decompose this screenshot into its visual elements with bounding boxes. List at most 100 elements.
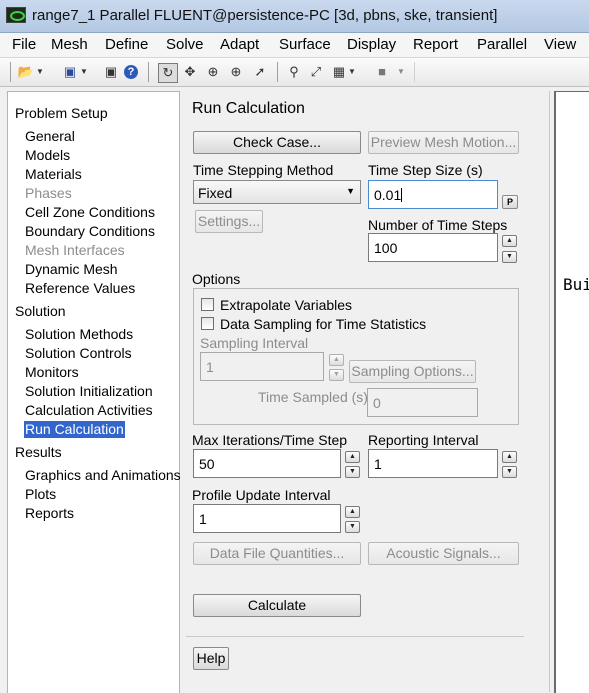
time-step-size-input[interactable]: 0.01 xyxy=(368,180,498,209)
time-sampled-value: 0 xyxy=(373,395,381,411)
toolbar-separator xyxy=(277,62,278,82)
menu-display[interactable]: Display xyxy=(347,36,396,53)
tree-item-mesh-interfaces: Mesh Interfaces xyxy=(25,242,125,258)
spin-down-icon[interactable]: ▼ xyxy=(345,521,360,533)
toolbar: 📂 ▼ ▣ ▼ ▣ ? ↻ ✥ ⊕ ⊕ ➚ ⚲ ⤢ ▦ ▼ ■ ▼ xyxy=(0,58,589,87)
help-button[interactable]: Help xyxy=(193,647,229,670)
settings-button: Settings... xyxy=(195,210,263,233)
tree-item-dynamic-mesh[interactable]: Dynamic Mesh xyxy=(25,261,118,278)
menu-define[interactable]: Define xyxy=(105,36,148,53)
extrapolate-variables-checkbox[interactable] xyxy=(201,298,214,311)
chevron-down-icon[interactable]: ▼ xyxy=(397,63,405,81)
tree-item-solution-methods[interactable]: Solution Methods xyxy=(25,326,133,343)
help-icon[interactable]: ? xyxy=(124,65,138,79)
sampling-interval-input: 1 xyxy=(200,352,324,381)
menu-adapt[interactable]: Adapt xyxy=(220,36,259,53)
divider xyxy=(186,636,524,637)
tree-item-solution-controls[interactable]: Solution Controls xyxy=(25,345,132,362)
tree-item-reference-values[interactable]: Reference Values xyxy=(25,280,135,297)
text-cursor xyxy=(401,188,403,202)
tree-item-boundary-conditions[interactable]: Boundary Conditions xyxy=(25,223,155,240)
time-step-size-label: Time Step Size (s) xyxy=(368,162,483,178)
check-case-button[interactable]: Check Case... xyxy=(193,131,361,154)
color-icon[interactable]: ■ xyxy=(373,63,391,81)
menu-view[interactable]: View xyxy=(544,36,576,53)
spin-up-icon[interactable]: ▲ xyxy=(345,451,360,463)
tree-item-run-calculation[interactable]: Run Calculation xyxy=(24,421,125,438)
max-iterations-label: Max Iterations/Time Step xyxy=(192,432,348,448)
spin-down-icon: ▼ xyxy=(329,369,344,381)
preview-mesh-motion-button: Preview Mesh Motion... xyxy=(368,131,519,154)
tree-item-calculation-activities[interactable]: Calculation Activities xyxy=(25,402,153,419)
menu-surface[interactable]: Surface xyxy=(279,36,331,53)
probe-icon[interactable]: ➚ xyxy=(251,63,269,81)
menu-file[interactable]: File xyxy=(12,36,36,53)
save-icon[interactable]: ▣ xyxy=(61,63,79,81)
parameter-button[interactable]: P xyxy=(502,195,518,209)
tree-heading-results: Results xyxy=(15,444,62,460)
title-bar: range7_1 Parallel FLUENT@persistence-PC … xyxy=(0,0,589,33)
panel-divider xyxy=(549,91,550,692)
rotate-icon[interactable]: ↻ xyxy=(158,63,178,83)
data-sampling-label: Data Sampling for Time Statistics xyxy=(220,316,427,332)
tree-item-monitors[interactable]: Monitors xyxy=(25,364,79,381)
number-of-time-steps-value: 100 xyxy=(374,240,398,256)
tree-heading-solution: Solution xyxy=(15,303,66,319)
open-icon[interactable]: 📂 xyxy=(17,63,35,81)
fluent-app-icon xyxy=(6,7,26,23)
reporting-interval-value: 1 xyxy=(374,456,382,472)
tree-heading-problem-setup: Problem Setup xyxy=(15,105,108,121)
number-of-time-steps-input[interactable]: 100 xyxy=(368,233,498,262)
spin-down-icon[interactable]: ▼ xyxy=(345,466,360,478)
zoom-box-icon[interactable]: ⊕ xyxy=(227,63,245,81)
spin-down-icon[interactable]: ▼ xyxy=(502,466,517,478)
spin-up-icon[interactable]: ▲ xyxy=(502,235,517,247)
spin-up-icon[interactable]: ▲ xyxy=(345,506,360,518)
calculate-button[interactable]: Calculate xyxy=(193,594,361,617)
toolbar-separator xyxy=(148,62,149,82)
tree-item-materials[interactable]: Materials xyxy=(25,166,82,183)
options-label: Options xyxy=(192,271,241,287)
menu-report[interactable]: Report xyxy=(413,36,458,53)
toolbar-grip xyxy=(10,62,11,82)
menu-mesh[interactable]: Mesh xyxy=(51,36,88,53)
graphics-text: Bui xyxy=(563,275,589,294)
chevron-down-icon[interactable]: ▼ xyxy=(80,63,88,81)
pan-icon[interactable]: ✥ xyxy=(181,63,199,81)
sampling-options-button: Sampling Options... xyxy=(349,360,476,383)
tree-item-models[interactable]: Models xyxy=(25,147,70,164)
extrapolate-variables-label: Extrapolate Variables xyxy=(220,297,353,313)
tree-item-graphics-and-animations[interactable]: Graphics and Animations xyxy=(25,467,181,484)
tree-item-reports[interactable]: Reports xyxy=(25,505,74,522)
spin-up-icon[interactable]: ▲ xyxy=(502,451,517,463)
sampling-interval-value: 1 xyxy=(206,359,214,375)
chevron-down-icon: ▼ xyxy=(346,186,355,196)
tree-item-cell-zone-conditions[interactable]: Cell Zone Conditions xyxy=(25,204,155,221)
profile-update-interval-value: 1 xyxy=(199,511,207,527)
chevron-down-icon[interactable]: ▼ xyxy=(36,63,44,81)
time-sampled-input: 0 xyxy=(367,388,478,417)
zoom-in-icon[interactable]: ⊕ xyxy=(204,63,222,81)
data-sampling-checkbox[interactable] xyxy=(201,317,214,330)
zoom-fit-icon[interactable]: ⚲ xyxy=(285,63,303,81)
navigation-tree: Problem Setup General Models Materials P… xyxy=(7,91,181,693)
menu-bar: File Mesh Define Solve Adapt Surface Dis… xyxy=(0,33,589,58)
tree-item-solution-initialization[interactable]: Solution Initialization xyxy=(25,383,153,400)
graphics-window[interactable]: Bui xyxy=(554,91,589,693)
reporting-interval-input[interactable]: 1 xyxy=(368,449,498,478)
max-iterations-input[interactable]: 50 xyxy=(193,449,341,478)
spin-down-icon[interactable]: ▼ xyxy=(502,251,517,263)
profile-update-interval-label: Profile Update Interval xyxy=(192,487,331,503)
tree-item-general[interactable]: General xyxy=(25,128,75,145)
chevron-down-icon[interactable]: ▼ xyxy=(348,63,356,81)
tree-item-plots[interactable]: Plots xyxy=(25,486,56,503)
camera-icon[interactable]: ▣ xyxy=(102,63,120,81)
menu-solve[interactable]: Solve xyxy=(166,36,204,53)
axes-icon[interactable]: ⤢ xyxy=(307,63,325,81)
time-stepping-method-select[interactable]: Fixed ▼ xyxy=(193,180,361,204)
number-of-time-steps-label: Number of Time Steps xyxy=(368,217,508,233)
layout-icon[interactable]: ▦ xyxy=(330,63,348,81)
profile-update-interval-input[interactable]: 1 xyxy=(193,504,341,533)
menu-parallel[interactable]: Parallel xyxy=(477,36,527,53)
data-file-quantities-button: Data File Quantities... xyxy=(193,542,361,565)
